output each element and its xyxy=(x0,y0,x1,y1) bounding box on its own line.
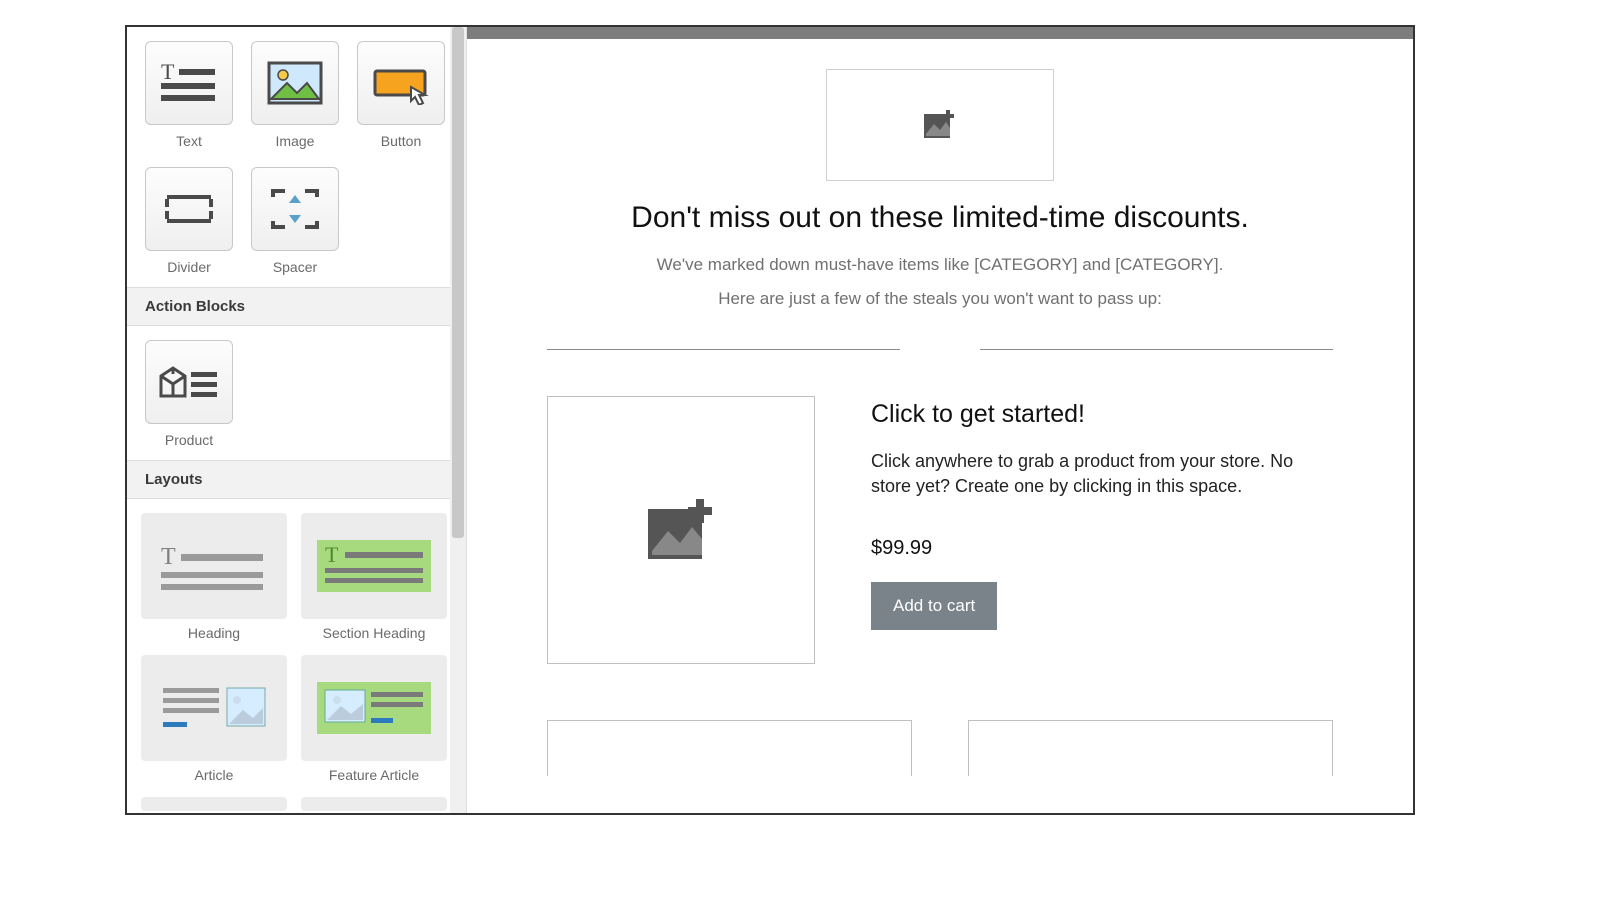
product-image-placeholder[interactable] xyxy=(547,396,815,664)
feature-article-layout-icon xyxy=(301,655,447,761)
product-title[interactable]: Click to get started! xyxy=(871,400,1333,429)
layout-label: Feature Article xyxy=(329,767,419,783)
content-blocks-grid: T Text Image xyxy=(127,27,466,287)
layout-peek-2[interactable] xyxy=(301,797,447,811)
svg-text:T: T xyxy=(161,544,176,570)
canvas-topbar xyxy=(467,27,1413,39)
button-block-icon xyxy=(357,41,445,125)
block-label: Text xyxy=(176,133,202,149)
subline-2[interactable]: Here are just a few of the steals you wo… xyxy=(527,289,1353,309)
product-block-icon xyxy=(145,340,233,424)
block-label: Image xyxy=(276,133,315,149)
placeholder-box-2[interactable] xyxy=(968,720,1333,776)
svg-text:T: T xyxy=(161,61,175,84)
placeholder-box-1[interactable] xyxy=(547,720,912,776)
add-image-icon xyxy=(648,499,714,561)
product-price[interactable]: $99.99 xyxy=(871,537,1333,560)
layout-label: Heading xyxy=(188,625,240,641)
sidebar-scrollbar[interactable] xyxy=(450,27,466,813)
action-blocks-header: Action Blocks xyxy=(127,287,466,326)
placeholder-row xyxy=(527,664,1353,776)
layouts-grid: T Heading T xyxy=(127,499,466,813)
block-label: Button xyxy=(381,133,421,149)
block-product[interactable]: Product xyxy=(145,340,233,448)
block-divider[interactable]: Divider xyxy=(145,167,233,275)
hero-image-placeholder[interactable] xyxy=(826,69,1054,181)
layout-label: Section Heading xyxy=(323,625,426,641)
divider-left[interactable] xyxy=(547,349,900,350)
subline-1[interactable]: We've marked down must-have items like [… xyxy=(527,255,1353,275)
svg-text:T: T xyxy=(325,542,339,567)
block-label: Product xyxy=(165,432,213,448)
block-label: Spacer xyxy=(273,259,317,275)
image-block-icon xyxy=(251,41,339,125)
block-button[interactable]: Button xyxy=(357,41,445,149)
article-layout-icon xyxy=(141,655,287,761)
layout-label: Article xyxy=(195,767,234,783)
divider-block-icon xyxy=(145,167,233,251)
layout-peek-1[interactable] xyxy=(141,797,287,811)
scrollbar-thumb[interactable] xyxy=(452,27,464,538)
headline-text[interactable]: Don't miss out on these limited-time dis… xyxy=(527,201,1353,235)
product-info: Click to get started! Click anywhere to … xyxy=(871,396,1333,664)
divider-row xyxy=(527,323,1353,374)
canvas-body: Don't miss out on these limited-time dis… xyxy=(467,39,1413,776)
product-description[interactable]: Click anywhere to grab a product from yo… xyxy=(871,449,1333,499)
add-to-cart-button[interactable]: Add to cart xyxy=(871,582,997,630)
layout-feature-article[interactable]: Feature Article xyxy=(301,655,447,783)
divider-right[interactable] xyxy=(980,349,1333,350)
heading-layout-icon: T xyxy=(141,513,287,619)
action-blocks-grid: Product xyxy=(127,326,466,460)
spacer-block-icon xyxy=(251,167,339,251)
layout-article[interactable]: Article xyxy=(141,655,287,783)
layout-heading[interactable]: T Heading xyxy=(141,513,287,641)
block-image[interactable]: Image xyxy=(251,41,339,149)
text-block-icon: T xyxy=(145,41,233,125)
section-heading-layout-icon: T xyxy=(301,513,447,619)
block-label: Divider xyxy=(167,259,211,275)
block-spacer[interactable]: Spacer xyxy=(251,167,339,275)
product-block[interactable]: Click to get started! Click anywhere to … xyxy=(527,374,1353,664)
block-palette-sidebar: T Text Image xyxy=(127,27,467,813)
block-text[interactable]: T Text xyxy=(145,41,233,149)
layouts-header: Layouts xyxy=(127,460,466,499)
email-canvas: Don't miss out on these limited-time dis… xyxy=(467,27,1413,813)
email-editor-app: T Text Image xyxy=(125,25,1415,815)
add-image-icon xyxy=(924,110,956,140)
layout-section-heading[interactable]: T Section Heading xyxy=(301,513,447,641)
